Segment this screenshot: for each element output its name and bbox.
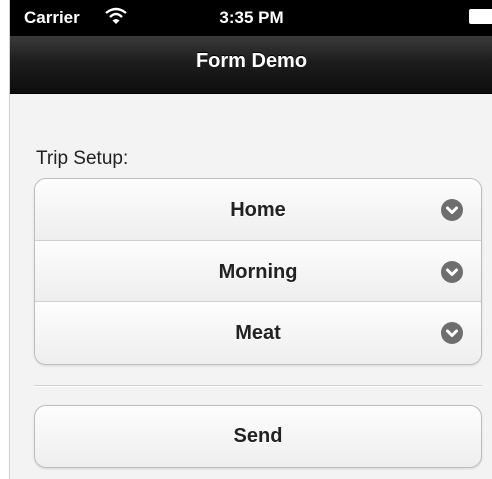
chevron-down-icon	[441, 322, 463, 345]
status-time: 3:35 PM	[219, 8, 284, 27]
select-food-value: Meat	[235, 322, 281, 345]
select-food[interactable]: Meat	[35, 302, 481, 364]
battery-icon	[469, 9, 492, 24]
chevron-down-icon	[441, 199, 463, 221]
form-divider	[34, 385, 482, 387]
navigation-bar: Form Demo	[10, 36, 492, 94]
app-screen: Carrier 3:35 PM Form Demo Trip Setup: Ho…	[9, 0, 492, 479]
select-time-of-day-value: Morning	[218, 260, 298, 283]
page-title: Form Demo	[195, 50, 308, 72]
select-location[interactable]: Home	[35, 179, 481, 241]
send-button[interactable]: Send	[34, 405, 482, 468]
select-time-of-day[interactable]: Morning	[35, 240, 481, 303]
select-location-value: Home	[230, 199, 286, 221]
trip-setup-label: Trip Setup:	[36, 148, 129, 169]
trip-setup-select-group: Home Morning Meat	[34, 178, 482, 365]
chevron-down-icon	[441, 260, 463, 283]
status-bar: Carrier 3:35 PM	[10, 0, 492, 36]
